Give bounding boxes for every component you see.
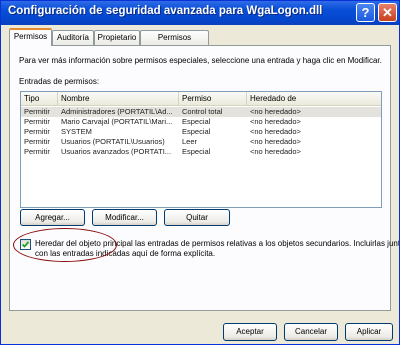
cell-heredado: <no heredado> xyxy=(250,147,301,156)
permissions-panel: Para ver más información sobre permisos … xyxy=(9,45,399,311)
column-header-tipo[interactable]: Tipo xyxy=(21,92,58,105)
ok-button[interactable]: Aceptar xyxy=(223,323,277,341)
table-row[interactable]: Permitir Usuarios (PORTATIL\Usuarios) Le… xyxy=(21,137,381,147)
add-button[interactable]: Agregar... xyxy=(20,209,85,226)
close-button[interactable]: ✕ xyxy=(378,3,397,22)
tab-permisos-efectivos[interactable]: Permisos efectivos xyxy=(140,30,209,56)
cell-permiso: Control total xyxy=(182,107,223,116)
cell-tipo: Permitir xyxy=(24,127,50,136)
cell-heredado: <no heredado> xyxy=(250,117,301,126)
security-dialog: Configuración de seguridad avanzada para… xyxy=(0,0,400,345)
cell-heredado: <no heredado> xyxy=(250,127,301,136)
table-row[interactable]: Permitir SYSTEM Especial <no heredado> xyxy=(21,127,381,137)
cell-nombre: Administradores (PORTATIL\Ad... xyxy=(61,107,173,116)
cell-permiso: Especial xyxy=(182,127,211,136)
help-button[interactable]: ? xyxy=(356,3,375,22)
apply-button[interactable]: Aplicar xyxy=(345,323,393,341)
column-header-permiso[interactable]: Permiso xyxy=(179,92,247,105)
tab-propietario[interactable]: Propietario xyxy=(94,30,140,45)
window-title: Configuración de seguridad avanzada para… xyxy=(8,5,323,17)
cell-tipo: Permitir xyxy=(24,137,50,146)
cell-permiso: Leer xyxy=(182,137,198,146)
table-row[interactable]: Permitir Administradores (PORTATIL\Ad...… xyxy=(21,107,381,117)
cell-permiso: Especial xyxy=(182,147,211,156)
cell-nombre: Mario Carvajal (PORTATIL\Mari... xyxy=(61,117,173,126)
tab-permisos[interactable]: Permisos xyxy=(9,28,52,46)
cell-tipo: Permitir xyxy=(24,117,50,126)
list-header: Tipo Nombre Permiso Heredado de xyxy=(21,92,381,106)
column-header-nombre[interactable]: Nombre xyxy=(58,92,179,105)
cell-tipo: Permitir xyxy=(24,147,50,156)
cell-nombre: Usuarios avanzados (PORTATI... xyxy=(61,147,172,156)
cell-nombre: SYSTEM xyxy=(61,127,92,136)
intro-text: Para ver más información sobre permisos … xyxy=(19,56,382,65)
edit-button[interactable]: Modificar... xyxy=(92,209,157,226)
title-bar[interactable]: Configuración de seguridad avanzada para… xyxy=(1,1,399,25)
permission-entries-list[interactable]: Tipo Nombre Permiso Heredado de Permitir… xyxy=(20,91,382,208)
cell-tipo: Permitir xyxy=(24,107,50,116)
cell-permiso: Especial xyxy=(182,117,211,126)
cell-nombre: Usuarios (PORTATIL\Usuarios) xyxy=(61,137,165,146)
cell-heredado: <no heredado> xyxy=(250,137,301,146)
remove-button[interactable]: Quitar xyxy=(164,209,230,226)
column-header-heredado[interactable]: Heredado de xyxy=(247,92,381,105)
tab-auditoria[interactable]: Auditoría xyxy=(52,30,94,45)
entries-label: Entradas de permisos: xyxy=(19,77,100,86)
cancel-button[interactable]: Cancelar xyxy=(284,323,338,341)
table-row[interactable]: Permitir Mario Carvajal (PORTATIL\Mari..… xyxy=(21,117,381,127)
cell-heredado: <no heredado> xyxy=(250,107,301,116)
annotation-ellipse xyxy=(13,228,117,262)
table-row[interactable]: Permitir Usuarios avanzados (PORTATI... … xyxy=(21,147,381,157)
